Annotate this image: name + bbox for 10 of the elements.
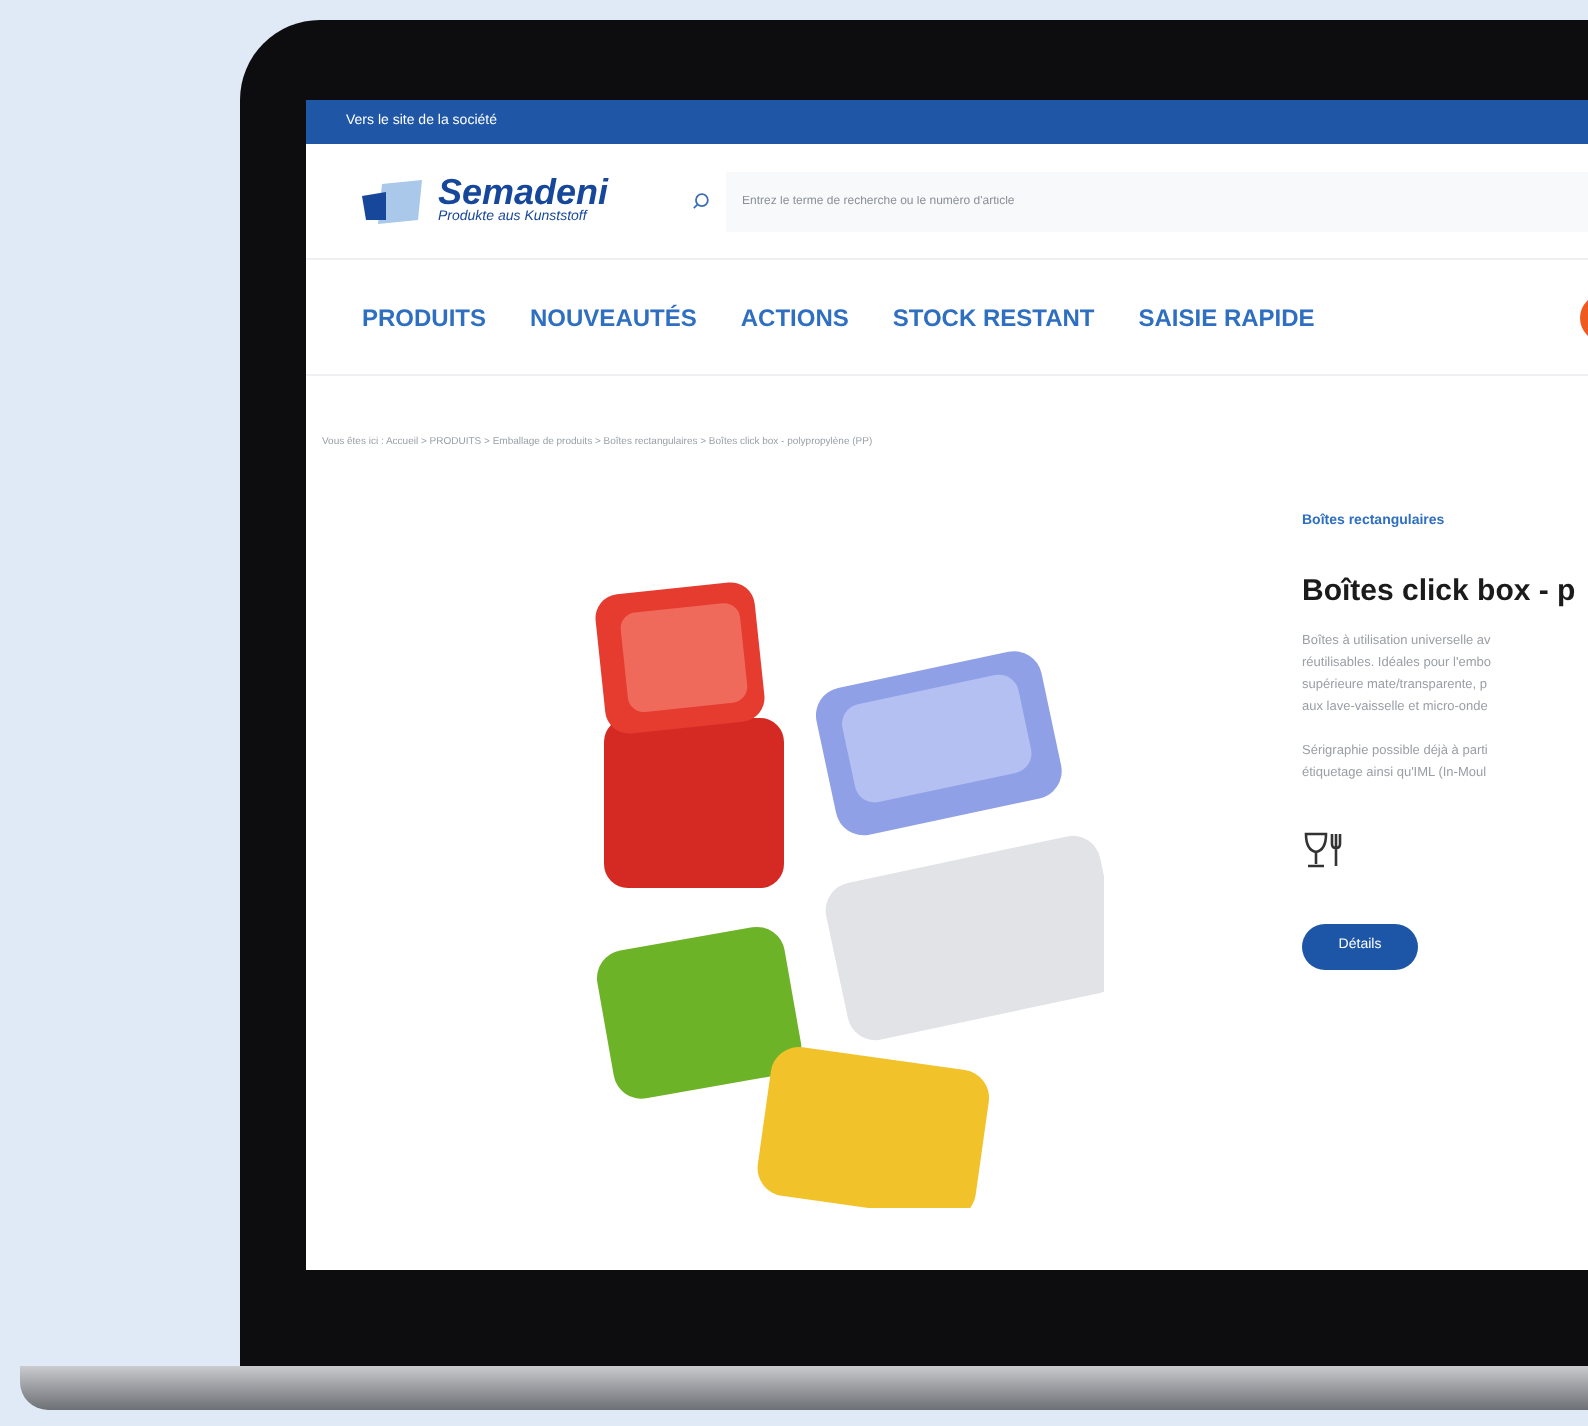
search-icon (692, 192, 711, 210)
product-title: Boîtes click box - p (1302, 571, 1576, 611)
nav-link[interactable]: SAISIE RAPIDE (1138, 299, 1315, 335)
nav-link[interactable]: ACTIONS (740, 299, 849, 335)
nav-link[interactable]: STOCK RESTANT (892, 299, 1095, 335)
logo-icon (362, 179, 422, 223)
food-safe-icon (1302, 828, 1346, 872)
nav-link[interactable]: NOUVEAUTÉS (530, 299, 697, 335)
logo-name: Semadeni (438, 174, 609, 211)
nav-link[interactable]: PRODUITS (362, 299, 487, 335)
